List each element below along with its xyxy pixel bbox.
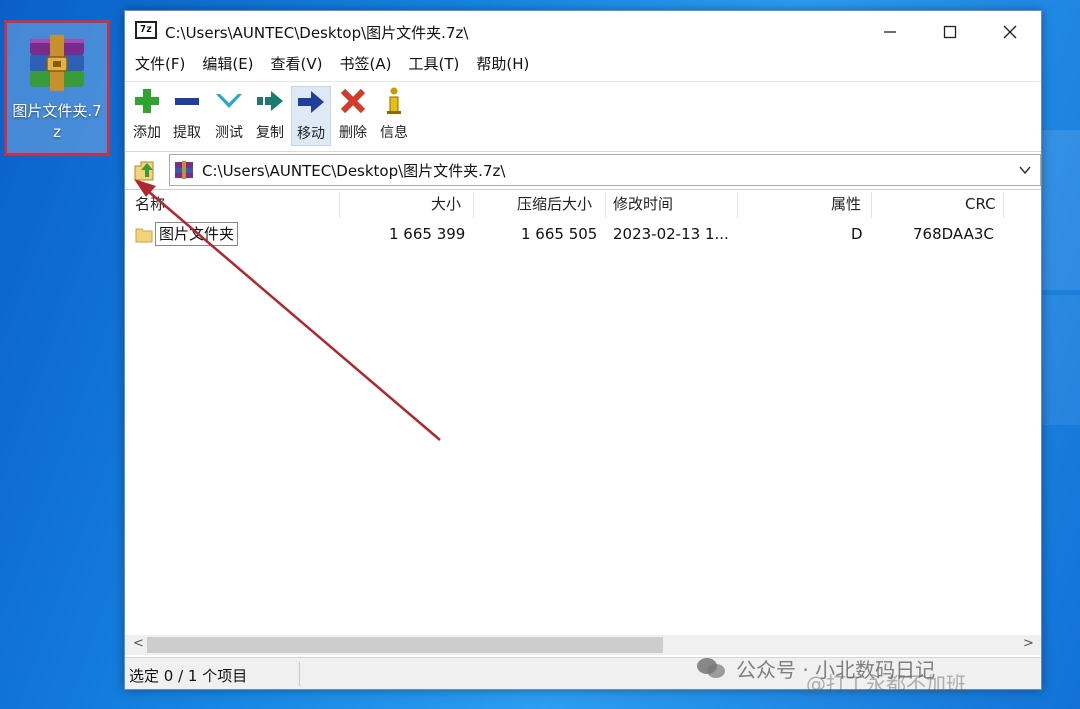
minimize-button[interactable] (867, 17, 913, 47)
archive-icon (175, 161, 193, 179)
check-chevron-icon (216, 94, 242, 108)
desktop-light-ray (1040, 130, 1080, 290)
info-icon (387, 87, 401, 114)
row-crc: 768DAA3C (913, 225, 994, 243)
desktop-archive-icon[interactable]: 图片文件夹.7z (4, 20, 110, 156)
chevron-down-icon[interactable] (1018, 163, 1032, 177)
minus-icon (175, 98, 199, 105)
folder-up-icon[interactable] (131, 158, 157, 182)
watermark: 公众号 · 小北数码日记 @打工永都不加班 (696, 646, 966, 696)
close-button[interactable] (987, 17, 1033, 47)
close-icon (1003, 25, 1017, 39)
menu-tools[interactable]: 工具(T) (408, 51, 459, 79)
maximize-button[interactable] (927, 17, 973, 47)
move-arrow-icon (298, 91, 324, 113)
column-modified[interactable]: 修改时间 (613, 190, 673, 220)
add-label: 添加 (133, 125, 161, 141)
row-modified: 2023-02-13 1... (613, 225, 729, 243)
status-divider (299, 662, 300, 686)
row-attributes: D (851, 225, 863, 243)
column-divider[interactable] (473, 192, 474, 218)
extract-button[interactable]: 提取 (167, 86, 207, 146)
test-label: 测试 (215, 125, 243, 141)
column-size[interactable]: 大小 (431, 190, 461, 220)
delete-label: 删除 (339, 125, 367, 141)
row-size: 1 665 399 (389, 225, 466, 243)
app-logo-icon: 7z (135, 21, 157, 39)
move-label: 移动 (297, 126, 325, 142)
column-divider[interactable] (339, 192, 340, 218)
column-divider[interactable] (1003, 192, 1004, 218)
copy-label: 复制 (256, 125, 284, 141)
address-field[interactable]: C:\Users\AUNTEC\Desktop\图片文件夹.7z\ (169, 154, 1041, 186)
move-button[interactable]: 移动 (291, 86, 331, 146)
delete-button[interactable]: 删除 (333, 86, 373, 146)
menu-help[interactable]: 帮助(H) (476, 51, 529, 79)
table-row[interactable]: 图片文件夹 1 665 399 1 665 505 2023-02-13 1..… (125, 220, 1041, 250)
column-packed-size[interactable]: 压缩后大小 (517, 190, 592, 220)
minimize-icon (884, 31, 896, 33)
menu-bookmarks[interactable]: 书签(A) (340, 51, 392, 79)
copy-button[interactable]: 复制 (250, 86, 290, 146)
delete-x-icon (340, 88, 366, 114)
address-path: C:\Users\AUNTEC\Desktop\图片文件夹.7z\ (202, 162, 506, 180)
row-name[interactable]: 图片文件夹 (155, 222, 239, 246)
plus-icon (135, 89, 159, 113)
wechat-icon (697, 658, 725, 678)
column-attributes[interactable]: 属性 (831, 190, 861, 220)
scroll-left-icon[interactable]: < (133, 636, 144, 651)
column-name[interactable]: 名称 (135, 190, 165, 220)
scroll-thumb[interactable] (147, 637, 663, 653)
menu-file[interactable]: 文件(F) (135, 51, 185, 79)
info-button[interactable]: 信息 (374, 86, 414, 146)
window-title: C:\Users\AUNTEC\Desktop\图片文件夹.7z\ (165, 24, 469, 42)
row-packed-size: 1 665 505 (521, 225, 598, 243)
column-crc[interactable]: CRC (965, 190, 996, 220)
copy-arrow-icon (257, 91, 283, 111)
menu-edit[interactable]: 编辑(E) (202, 51, 253, 79)
desktop-light-ray (1040, 295, 1080, 425)
watermark-line2: @打工永都不加班 (806, 672, 966, 696)
scroll-right-icon[interactable]: > (1023, 636, 1034, 651)
add-button[interactable]: 添加 (127, 86, 167, 146)
info-label: 信息 (380, 125, 408, 141)
file-list: 名称 大小 压缩后大小 修改时间 属性 CRC 图片文件夹 1 665 399 … (125, 189, 1041, 637)
column-divider[interactable] (871, 192, 872, 218)
status-selection: 选定 0 / 1 个项目 (129, 667, 248, 685)
address-bar: C:\Users\AUNTEC\Desktop\图片文件夹.7z\ (125, 151, 1041, 187)
archive-window: 7z C:\Users\AUNTEC\Desktop\图片文件夹.7z\ 文件(… (124, 10, 1042, 690)
menu-bar: 文件(F) 编辑(E) 查看(V) 书签(A) 工具(T) 帮助(H) (125, 51, 1041, 79)
extract-label: 提取 (173, 125, 201, 141)
winrar-archive-icon (30, 35, 84, 91)
toolbar: 添加 提取 测试 复制 移动 删除 信息 (125, 81, 1041, 151)
test-button[interactable]: 测试 (209, 86, 249, 146)
maximize-icon (943, 25, 957, 39)
folder-icon (135, 228, 153, 243)
desktop-icon-label: 图片文件夹.7z (12, 102, 102, 141)
column-divider[interactable] (737, 192, 738, 218)
menu-view[interactable]: 查看(V) (271, 51, 323, 79)
column-divider[interactable] (605, 192, 606, 218)
title-bar: 7z C:\Users\AUNTEC\Desktop\图片文件夹.7z\ (125, 11, 1041, 51)
